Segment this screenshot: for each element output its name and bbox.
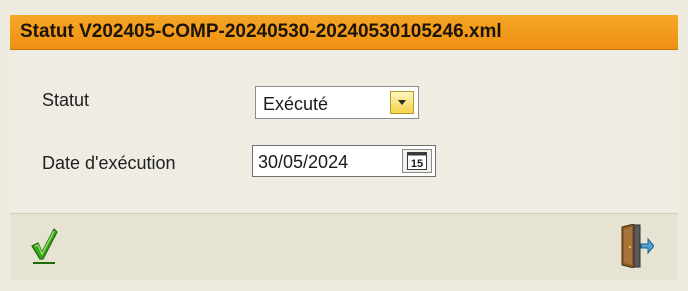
- date-execution-label: Date d'exécution: [42, 153, 176, 173]
- status-dialog: Statut V202405-COMP-20240530-20240530105…: [0, 0, 688, 291]
- date-execution-value: 30/05/2024: [258, 152, 349, 172]
- title-bar[interactable]: Statut V202405-COMP-20240530-20240530105…: [10, 15, 678, 50]
- dialog-title: Statut V202405-COMP-20240530-20240530105…: [20, 21, 502, 42]
- form-panel: Statut Exécuté Date d'exécution 30/05/20…: [10, 50, 678, 212]
- dialog-footer: [10, 213, 678, 280]
- statut-select-value: Exécuté: [263, 94, 329, 114]
- statut-label: Statut: [42, 90, 90, 110]
- calendar-icon: 15: [407, 152, 427, 170]
- calendar-day-number: 15: [411, 158, 423, 170]
- statut-select[interactable]: Exécuté: [255, 86, 419, 119]
- exit-door-icon[interactable]: [618, 224, 654, 268]
- date-execution-field[interactable]: 30/05/2024 15: [252, 145, 436, 177]
- calendar-button[interactable]: 15: [402, 149, 432, 173]
- chevron-down-icon: [398, 100, 406, 105]
- statut-dropdown-button[interactable]: [390, 91, 414, 114]
- checkmark-icon[interactable]: [30, 226, 58, 266]
